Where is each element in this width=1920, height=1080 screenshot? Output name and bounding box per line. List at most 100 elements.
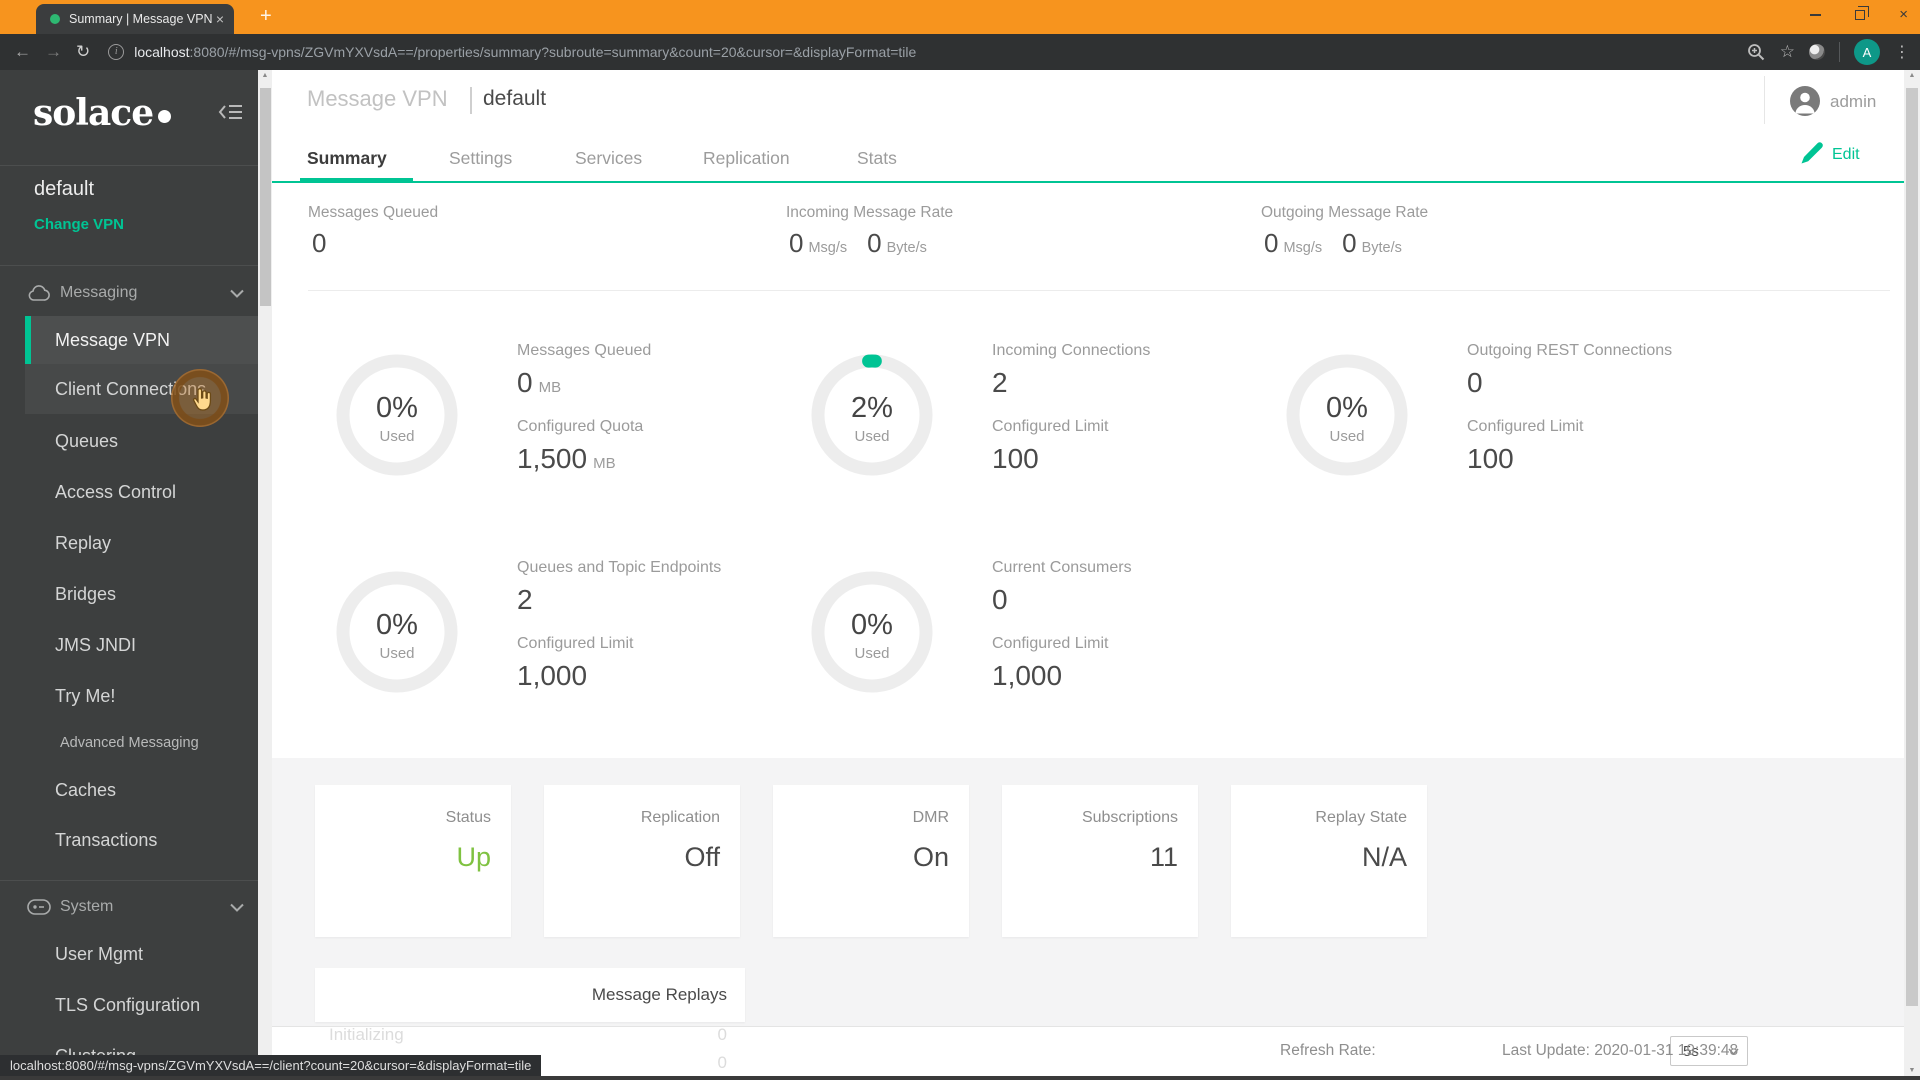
chevron-down-icon[interactable]	[230, 289, 244, 298]
sidebar-item-user-mgmt[interactable]: User Mgmt	[25, 929, 258, 979]
card-label: Status	[445, 809, 491, 826]
back-icon[interactable]: ←	[14, 42, 31, 62]
stat-label-incoming-rate: Incoming Message Rate	[786, 204, 954, 221]
browser-titlebar: Summary | Message VPN × + ×	[0, 0, 1920, 34]
gauge-metric-label: Incoming Connections	[992, 342, 1151, 359]
sidebar-item-label: Caches	[55, 779, 117, 800]
forward-icon[interactable]: →	[45, 42, 62, 62]
message-replays-card: Message Replays	[315, 968, 745, 1022]
card-value: 11	[1149, 842, 1178, 872]
chevron-down-icon[interactable]	[230, 903, 244, 912]
sidebar-item-jms-jndi[interactable]: JMS JNDI	[25, 620, 258, 670]
outgoing-byte-rate: 0	[1342, 228, 1357, 258]
window-close-button[interactable]: ×	[1899, 6, 1908, 23]
gauge-detail-outgoing-rest-connections: Outgoing REST Connections 0 Configured L…	[1467, 342, 1787, 475]
sidebar-divider	[0, 165, 258, 166]
sidebar-item-caches[interactable]: Caches	[25, 765, 258, 815]
sidebar-item-label: Message VPN	[55, 329, 171, 350]
tab-close-icon[interactable]: ×	[216, 12, 224, 26]
scroll-up-icon[interactable]: ▲	[1904, 72, 1920, 79]
scrollbar-thumb[interactable]	[259, 88, 271, 306]
section-label: System	[60, 898, 114, 915]
gauge-limit-value: 100	[1467, 443, 1514, 474]
url-path: :8080/#/msg-vpns/ZGVmYXVsdA==/properties…	[189, 44, 917, 60]
gauge-messages-queued: 0% Used	[334, 352, 460, 478]
sidebar-item-message-vpn[interactable]: Message VPN	[25, 316, 258, 364]
sidebar-collapse-icon[interactable]	[218, 102, 244, 127]
gauge-detail-messages-queued: Messages Queued 0 MB Configured Quota 1,5…	[517, 342, 837, 475]
sidebar-section-messaging[interactable]: Messaging	[0, 278, 258, 308]
tab-summary[interactable]: Summary	[307, 148, 387, 169]
gauge-detail-current-consumers: Current Consumers 0 Configured Limit 1,0…	[992, 559, 1312, 692]
sidebar-item-replay[interactable]: Replay	[25, 518, 258, 568]
solace-logo-text: solace	[33, 92, 154, 134]
gauge-metric-value: 0	[992, 584, 1008, 615]
gauge-limit-value: 1,000	[517, 660, 588, 691]
tab-stats[interactable]: Stats	[857, 148, 897, 169]
zoom-icon[interactable]	[1746, 42, 1766, 62]
gauge-metric-label: Messages Queued	[517, 342, 652, 359]
sidebar-scrollbar[interactable]: ▲	[258, 70, 272, 1076]
sidebar-item-client-connections[interactable]: Client Connections	[25, 364, 258, 414]
stat-label-messages-queued: Messages Queued	[308, 204, 439, 221]
card-replay-state: Replay State N/A	[1231, 785, 1427, 937]
new-tab-button[interactable]: +	[260, 5, 272, 28]
sidebar-item-bridges[interactable]: Bridges	[25, 569, 258, 619]
profile-avatar[interactable]: A	[1854, 39, 1880, 65]
extension-icon[interactable]	[1809, 44, 1825, 60]
solace-logo-dot-icon	[158, 110, 172, 123]
sidebar-item-label: Advanced Messaging	[60, 735, 199, 751]
browser-window: Summary | Message VPN × + × ← → ↻ i loca…	[0, 0, 1920, 1080]
gauge-limit-label: Configured Limit	[992, 635, 1109, 652]
page-title: default	[483, 87, 547, 110]
gauge-metric-label: Current Consumers	[992, 559, 1132, 576]
reload-icon[interactable]: ↻	[76, 42, 90, 62]
sidebar-item-label: Transactions	[55, 829, 158, 850]
sidebar-item-label: JMS JNDI	[55, 634, 136, 655]
sidebar-item-access-control[interactable]: Access Control	[25, 467, 258, 517]
address-bar[interactable]: localhost:8080/#/msg-vpns/ZGVmYXVsdA==/p…	[134, 44, 916, 60]
main-scrollbar[interactable]: ▲ ▼	[1904, 70, 1920, 1076]
window-restore-button[interactable]	[1855, 5, 1870, 20]
window-minimize-button[interactable]	[1810, 13, 1822, 16]
card-dmr: DMR On	[773, 785, 969, 937]
scroll-up-icon[interactable]: ▲	[258, 72, 272, 79]
sidebar-item-label: Replay	[55, 532, 112, 553]
header-divider	[1764, 76, 1765, 124]
sidebar-section-system[interactable]: System	[0, 892, 258, 922]
username[interactable]: admin	[1830, 92, 1876, 112]
card-label: Subscriptions	[1081, 809, 1178, 826]
scroll-down-icon[interactable]: ▼	[1904, 1067, 1920, 1074]
edit-pencil-icon[interactable]	[1799, 140, 1825, 171]
sidebar-item-transactions[interactable]: Transactions	[25, 815, 258, 865]
scrollbar-thumb[interactable]	[1906, 88, 1918, 1006]
card-label: DMR	[912, 809, 949, 826]
section-divider	[308, 290, 1890, 291]
incoming-byte-unit: Byte/s	[886, 240, 927, 256]
gauge-limit-label: Configured Quota	[517, 418, 644, 435]
sidebar-item-queues[interactable]: Queues	[25, 416, 258, 466]
gauge-limit-label: Configured Limit	[517, 635, 634, 652]
page-info-icon[interactable]: i	[108, 44, 125, 60]
tab-replication[interactable]: Replication	[703, 148, 790, 169]
sidebar-item-try-me[interactable]: Try Me!	[25, 671, 258, 721]
browser-tab[interactable]: Summary | Message VPN ×	[36, 4, 234, 34]
edit-button[interactable]: Edit	[1832, 146, 1860, 164]
user-icon[interactable]	[1789, 85, 1821, 122]
tab-services[interactable]: Services	[575, 148, 642, 169]
message-replays-title: Message Replays	[591, 985, 727, 1004]
breadcrumb-divider	[470, 87, 472, 114]
gauge-metric-value: 0	[517, 367, 533, 398]
sidebar-item-advanced-messaging[interactable]: Advanced Messaging	[25, 722, 258, 764]
card-replication: Replication Off	[544, 785, 740, 937]
gauge-metric-value: 2	[992, 367, 1008, 398]
gauge-metric-value: 0	[1467, 367, 1483, 398]
browser-menu-icon[interactable]: ⋮	[1894, 42, 1910, 62]
tab-settings[interactable]: Settings	[449, 148, 512, 169]
incoming-byte-rate: 0	[867, 228, 882, 258]
change-vpn-link[interactable]: Change VPN	[34, 216, 124, 233]
status-badge: Up	[456, 842, 491, 872]
sidebar-item-tls-configuration[interactable]: TLS Configuration	[25, 980, 258, 1030]
gauge-metric-label: Outgoing REST Connections	[1467, 342, 1673, 359]
bookmark-star-icon[interactable]: ☆	[1780, 42, 1795, 62]
